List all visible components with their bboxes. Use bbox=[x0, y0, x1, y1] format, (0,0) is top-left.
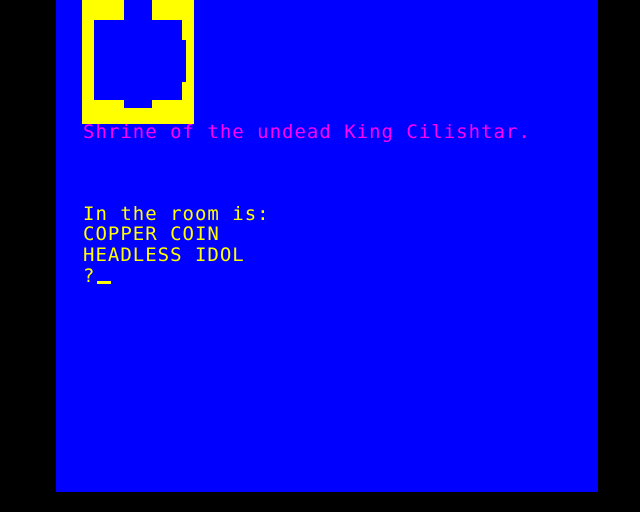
text-cursor bbox=[97, 281, 112, 284]
room-map-graphic bbox=[82, 0, 194, 124]
room-contents-label: In the room is: bbox=[83, 203, 270, 225]
room-item: COPPER COIN bbox=[83, 223, 220, 245]
room-item: HEADLESS IDOL bbox=[83, 244, 245, 266]
prompt-symbol: ? bbox=[83, 265, 96, 287]
room-title: Shrine of the undead King Cilishtar. bbox=[83, 121, 531, 143]
command-input-line[interactable]: ? bbox=[83, 265, 112, 287]
